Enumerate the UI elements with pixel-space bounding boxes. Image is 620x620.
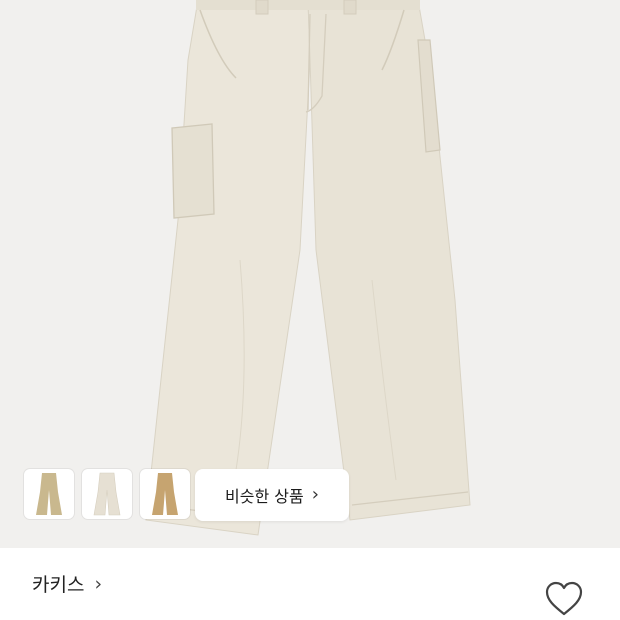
heart-outline-icon: [545, 581, 583, 616]
color-thumbnail-strip: [24, 469, 190, 519]
cargo-pants-image: [145, 0, 471, 536]
product-info-bar: 카키스 ›: [0, 548, 620, 620]
color-thumbnail-2[interactable]: [82, 469, 132, 519]
color-thumbnail-3[interactable]: [140, 469, 190, 519]
similar-products-button[interactable]: 비슷한 상품 ›: [195, 469, 349, 521]
color-selector-link[interactable]: 카키스 ›: [32, 570, 102, 597]
color-name: 카키스: [32, 574, 85, 596]
pants-thumbnail-icon: [93, 472, 121, 516]
wishlist-button[interactable]: [540, 578, 588, 620]
pants-thumbnail-icon: [152, 473, 178, 515]
pants-thumbnail-icon: [36, 473, 62, 515]
color-thumbnail-1[interactable]: [24, 469, 74, 519]
product-image[interactable]: [0, 0, 620, 548]
product-detail-page: 비슷한 상품 › 카키스 ›: [0, 0, 620, 620]
chevron-right-icon: ›: [311, 484, 319, 505]
similar-products-label: 비슷한 상품: [225, 487, 304, 506]
chevron-right-icon: ›: [94, 572, 103, 595]
